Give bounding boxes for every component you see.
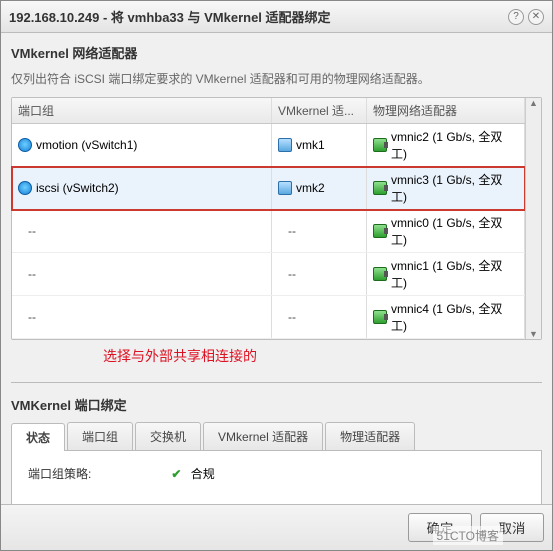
vmkernel-desc: 仅列出符合 iSCSI 端口绑定要求的 VMkernel 适配器和可用的物理网络… [11,70,542,87]
table-row[interactable]: -- -- vmnic1 (1 Gb/s, 全双工) [12,253,525,296]
table-row[interactable]: -- -- vmnic4 (1 Gb/s, 全双工) [12,296,525,339]
col-physical[interactable]: 物理网络适配器 [367,98,525,123]
adapter-table: 端口组 VMkernel 适... 物理网络适配器 vmotion (vSwit… [11,97,542,340]
titlebar: 192.168.10.249 - 将 vmhba33 与 VMkernel 适配… [1,1,552,33]
portgroup-icon [18,181,32,195]
nic-icon [373,310,387,324]
binding-heading: VMKernel 端口绑定 [11,395,542,414]
vmk-name: -- [278,310,296,324]
nic-name: vmnic1 (1 Gb/s, 全双工) [391,257,518,291]
table-row[interactable]: iscsi (vSwitch2) vmk2 vmnic3 (1 Gb/s, 全双工) [12,167,525,210]
portgroup-name: -- [18,310,36,324]
vmkernel-heading: VMkernel 网络适配器 [11,43,542,62]
tab-2[interactable]: 交换机 [135,422,201,450]
portgroup-name: -- [18,267,36,281]
tab-3[interactable]: VMkernel 适配器 [203,422,323,450]
tab-panel-status: 端口组策略: ✔ 合规 [11,451,542,504]
scrollbar[interactable]: ▲▼ [525,98,541,339]
annotation-text: 选择与外部共享相连接的 [11,340,542,374]
close-icon[interactable]: ✕ [528,9,544,25]
vmk-name: vmk1 [296,138,325,152]
portgroup-icon [18,138,32,152]
nic-icon [373,181,387,195]
dialog-footer: 确定 取消 [1,504,552,550]
nic-name: vmnic2 (1 Gb/s, 全双工) [391,128,518,162]
table-row[interactable]: vmotion (vSwitch1) vmk1 vmnic2 (1 Gb/s, 全双… [12,124,525,167]
divider [11,382,542,383]
cancel-button[interactable]: 取消 [480,513,544,542]
portgroup-name: -- [18,224,36,238]
table-row[interactable]: -- -- vmnic0 (1 Gb/s, 全双工) [12,210,525,253]
table-header: 端口组 VMkernel 适... 物理网络适配器 [12,98,525,124]
col-vmkernel[interactable]: VMkernel 适... [272,98,367,123]
tab-1[interactable]: 端口组 [67,422,133,450]
nic-name: vmnic4 (1 Gb/s, 全双工) [391,300,518,334]
policy-value: ✔ 合规 [171,465,214,482]
dialog-title: 192.168.10.249 - 将 vmhba33 与 VMkernel 适配… [9,7,504,26]
col-portgroup[interactable]: 端口组 [12,98,272,123]
vmk-name: -- [278,224,296,238]
ok-button[interactable]: 确定 [408,513,472,542]
check-icon: ✔ [171,467,181,481]
nic-icon [373,138,387,152]
nic-icon [373,267,387,281]
nic-name: vmnic3 (1 Gb/s, 全双工) [391,171,518,205]
vmk-icon [278,181,292,195]
vmk-name: -- [278,267,296,281]
portgroup-name: iscsi (vSwitch2) [36,181,119,195]
tab-0[interactable]: 状态 [11,423,65,451]
nic-icon [373,224,387,238]
vmk-name: vmk2 [296,181,325,195]
nic-name: vmnic0 (1 Gb/s, 全双工) [391,214,518,248]
tabs: 状态端口组交换机VMkernel 适配器物理适配器 [11,422,542,451]
help-icon[interactable]: ? [508,9,524,25]
vmk-icon [278,138,292,152]
portgroup-name: vmotion (vSwitch1) [36,138,137,152]
tab-4[interactable]: 物理适配器 [325,422,415,450]
policy-label: 端口组策略: [28,465,91,482]
